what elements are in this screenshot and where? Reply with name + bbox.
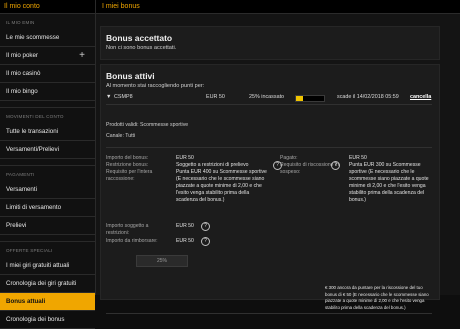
sidebar-header: Il mio conto — [0, 0, 95, 14]
sidebar-item-free-spins-history[interactable]: Cronologia dei giri gratuiti — [0, 275, 95, 293]
accepted-bonus-panel: Bonus accettato Non ci sono bonus accett… — [100, 26, 440, 60]
sidebar-item-my-casino[interactable]: Il mio casinò — [0, 65, 95, 83]
section-title-movements: MOVIMENTI DEL CONTO — [6, 114, 64, 119]
bonus-amount: EUR 50 — [206, 94, 225, 100]
refund-amount-label: Importo da rimborsare: — [106, 238, 158, 244]
paid-value: EUR 50 — [349, 155, 367, 161]
sidebar-item-deposits-withdrawals[interactable]: Versamenti/Prelievi — [0, 141, 95, 159]
requirement-label: Requisito per l'intera raccossione: — [106, 169, 153, 182]
sidebar-item-label: Limiti di versamento — [6, 204, 62, 211]
active-bonus-subtitle: Al momento stai raccogliendo punti per: — [106, 83, 205, 89]
divider — [106, 104, 432, 105]
restricted-amount-value: EUR 50 — [176, 223, 194, 229]
help-icon[interactable]: ? — [201, 222, 210, 231]
bonus-row[interactable]: ▼ CSMP8 EUR 50 25% incassato scade il 14… — [106, 93, 432, 102]
sidebar-item-my-bets[interactable]: Le mie scommesse — [0, 29, 95, 47]
cancel-bonus-link[interactable]: cancella — [410, 94, 431, 100]
sidebar-item-label: Prelievi — [6, 222, 27, 229]
sidebar-item-all-transactions[interactable]: Tutte le transazioni — [0, 123, 95, 141]
bonus-percent-collected: 25% incassato — [249, 94, 285, 100]
bonus-progress-bar — [295, 95, 325, 102]
valid-products: Prodotti validi: Scommesse sportive — [106, 122, 189, 128]
sidebar-item-current-free-spins[interactable]: I miei giri gratuiti attuali — [0, 257, 95, 275]
sidebar-item-my-bingo[interactable]: Il mio bingo — [0, 83, 95, 101]
sidebar-item-label: Cronologia dei giri gratuiti — [6, 280, 77, 287]
sidebar-item-my-poker[interactable]: Il mio poker + — [0, 47, 95, 65]
expand-plus-icon[interactable]: + — [79, 47, 85, 64]
sidebar-item-deposits[interactable]: Versamenti — [0, 181, 95, 199]
divider — [0, 101, 95, 108]
bonus-code: CSMP8 — [114, 94, 133, 100]
sidebar-item-label: Cronologia dei bonus — [6, 316, 65, 323]
sidebar-item-label: Le mie scommesse — [6, 34, 60, 41]
bonus-amount-label: Importo del bonus: — [106, 155, 149, 161]
progress-pill: 25% — [136, 255, 188, 267]
channel: Canale: Tutti — [106, 133, 136, 139]
help-icon[interactable]: ? — [331, 161, 340, 170]
bonus-expiry: scade il 14/02/2018 05:59 — [337, 94, 399, 100]
sidebar-item-deposit-limits[interactable]: Limiti di versamento — [0, 199, 95, 217]
main-content: I miei bonus Bonus accettato Non ci sono… — [96, 0, 460, 314]
sidebar-item-withdrawals[interactable]: Prelievi — [0, 217, 95, 235]
divider — [106, 147, 432, 148]
help-icon[interactable]: ? — [201, 237, 210, 246]
sidebar-item-label: I miei giri gratuiti attuali — [6, 262, 70, 269]
chevron-down-icon[interactable]: ▼ — [106, 94, 111, 100]
bonus-amount-value: EUR 50 — [176, 155, 194, 161]
restriction-label: Restrizione bonus: — [106, 162, 149, 168]
sidebar-item-label: Il mio casinò — [6, 70, 41, 77]
remaining-wager-note: € 300 ancora da puntare per la riscossio… — [325, 285, 429, 310]
sidebar-item-label: Il mio bingo — [6, 88, 38, 95]
sidebar-item-label: Versamenti — [6, 186, 37, 193]
pending-requirement-value: Punta EUR 300 su Scommesse sportive (E n… — [349, 162, 429, 203]
sidebar: Il mio conto IL MIO EMIN Le mie scommess… — [0, 0, 96, 329]
active-bonus-title: Bonus attivi — [106, 71, 155, 81]
section-title-offers: OFFERTE SPECIALI — [6, 248, 53, 253]
page-title: I miei bonus — [96, 0, 460, 14]
section-title-account: IL MIO EMIN — [6, 20, 35, 25]
bonus-progress-fill — [296, 96, 303, 101]
sidebar-item-label: Tutte le transazioni — [6, 128, 59, 135]
sidebar-item-label: Bonus attuali — [6, 298, 46, 305]
sidebar-item-current-bonuses[interactable]: Bonus attuali — [0, 293, 95, 311]
restricted-amount-label: Importo soggetto a restrizioni: — [106, 223, 149, 236]
sidebar-item-bonus-history[interactable]: Cronologia dei bonus — [0, 311, 95, 329]
refund-amount-value: EUR 50 — [176, 238, 194, 244]
divider — [0, 159, 95, 166]
section-title-payments: PAGAMENTI — [6, 172, 35, 177]
paid-label: Pagato: — [280, 155, 298, 161]
sidebar-item-label: Versamenti/Prelievi — [6, 146, 59, 153]
restriction-value: Soggetto a restrizioni di prelievo — [176, 162, 249, 168]
divider — [106, 313, 432, 314]
accepted-bonus-title: Bonus accettato — [106, 33, 173, 43]
accepted-bonus-empty-text: Non ci sono bonus accettati. — [106, 45, 177, 51]
requirement-value: Punta EUR 400 su Scommesse sportive (E n… — [176, 169, 267, 203]
sidebar-item-label: Il mio poker — [6, 52, 38, 59]
divider — [0, 235, 95, 242]
